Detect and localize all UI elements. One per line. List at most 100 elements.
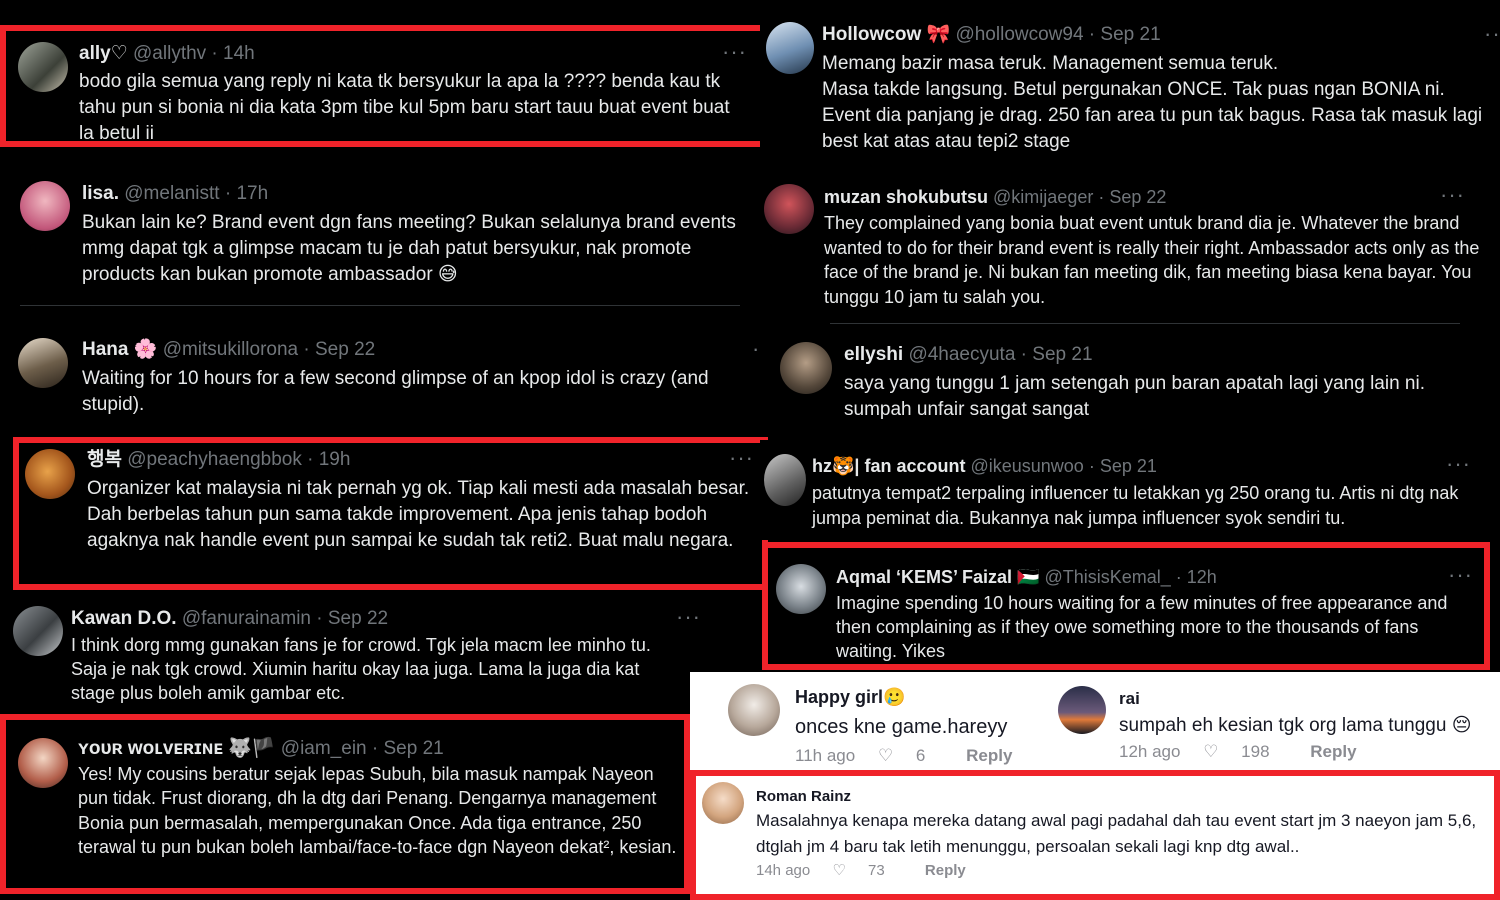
handle-time[interactable]: @kimijaeger · Sep 22 bbox=[993, 187, 1166, 207]
heart-icon: ♡ bbox=[832, 862, 846, 879]
avatar[interactable] bbox=[18, 338, 68, 388]
commenter-name[interactable]: rai bbox=[1119, 688, 1140, 710]
display-name[interactable]: lisa. bbox=[82, 183, 119, 204]
tweet-ellyshi[interactable]: ellyshi @4haecyuta · Sep 21 saya yang tu… bbox=[760, 326, 1500, 436]
commenter-name[interactable]: Roman Rainz bbox=[756, 786, 851, 808]
comment-text: Masalahnya kenapa mereka datang awal pag… bbox=[756, 811, 1477, 856]
heart-icon: ♡ bbox=[877, 746, 894, 765]
avatar[interactable] bbox=[1058, 686, 1106, 734]
tweet-header: Hana 🌸 @mitsukillorona · Sep 22 bbox=[82, 339, 375, 361]
tweet-hana[interactable]: Hana 🌸 @mitsukillorona · Sep 22 ·· Waiti… bbox=[0, 322, 768, 430]
avatar[interactable] bbox=[764, 184, 814, 234]
more-icon[interactable]: ··· bbox=[1440, 182, 1465, 208]
handle-time[interactable]: @melanistt · 17h bbox=[124, 183, 268, 204]
tweet-text: Organizer kat malaysia ni tak pernah yg … bbox=[87, 478, 750, 551]
avatar[interactable] bbox=[780, 342, 832, 394]
tweet-text: Memang bazir masa teruk. Management semu… bbox=[822, 53, 1483, 152]
handle-time[interactable]: @iam_ein · Sep 21 bbox=[281, 738, 444, 759]
avatar[interactable] bbox=[20, 181, 70, 231]
tweet-text: Waiting for 10 hours for a few second gl… bbox=[82, 368, 709, 415]
avatar[interactable] bbox=[702, 782, 744, 824]
comment-time: 12h ago bbox=[1119, 742, 1181, 761]
display-name[interactable]: 행복 bbox=[87, 449, 122, 470]
tweet-header: ʏᴏᴜʀ ᴡᴏʟᴠᴇʀɪɴᴇ 🐺🏴 @iam_ein · Sep 21 bbox=[78, 738, 444, 760]
more-icon[interactable]: ·· bbox=[1484, 21, 1500, 47]
handle-time[interactable]: @allythv · 14h bbox=[133, 43, 255, 64]
tweet-header: hz🐯| fan account @ikeusunwoo · Sep 21 bbox=[812, 455, 1157, 477]
comment-text: onces kne game.hareyy bbox=[795, 716, 1008, 738]
comment-roman-rainz[interactable]: Roman Rainz Masalahnya kenapa mereka dat… bbox=[690, 770, 1500, 900]
tweet-text: Imagine spending 10 hours waiting for a … bbox=[836, 593, 1448, 661]
handle-time[interactable]: @hollowcow94 · Sep 21 bbox=[955, 24, 1160, 45]
tweet-text: saya yang tunggu 1 jam setengah pun bara… bbox=[844, 373, 1425, 420]
comment-happy-girl[interactable]: Happy girl🥲 onces kne game.hareyy 11h ag… bbox=[690, 672, 1050, 772]
avatar[interactable] bbox=[13, 606, 63, 656]
more-icon[interactable]: ··· bbox=[729, 445, 754, 471]
handle-time[interactable]: @ThisisKemal_ · 12h bbox=[1044, 567, 1216, 587]
comment-meta: 12h ago ♡ 198 Reply bbox=[1119, 742, 1375, 762]
handle-time[interactable]: @peachyhaengbbok · 19h bbox=[127, 449, 350, 470]
comment-time: 14h ago bbox=[756, 862, 811, 879]
avatar[interactable] bbox=[776, 564, 826, 614]
display-name[interactable]: Kawan D.O. bbox=[71, 608, 177, 629]
commenter-name[interactable]: Happy girl🥲 bbox=[795, 686, 905, 708]
tweet-hz[interactable]: hz🐯| fan account @ikeusunwoo · Sep 21 ··… bbox=[760, 440, 1500, 540]
handle-time[interactable]: @fanurainamin · Sep 22 bbox=[182, 608, 388, 629]
tweet-wolverine[interactable]: ʏᴏᴜʀ ᴡᴏʟᴠᴇʀɪɴᴇ 🐺🏴 @iam_ein · Sep 21 Yes!… bbox=[0, 714, 690, 894]
display-name[interactable]: muzan shokubutsu bbox=[824, 187, 988, 207]
display-name[interactable]: Hana 🌸 bbox=[82, 339, 157, 360]
display-name[interactable]: Hollowcow 🎀 bbox=[822, 24, 950, 45]
handle-time[interactable]: @4haecyuta · Sep 21 bbox=[908, 344, 1092, 365]
tweet-header: muzan shokubutsu @kimijaeger · Sep 22 bbox=[824, 186, 1166, 208]
display-name[interactable]: Aqmal ‘KEMS’ Faizal 🇵🇸 bbox=[836, 567, 1039, 587]
reply-button[interactable]: Reply bbox=[1310, 742, 1356, 761]
more-icon[interactable]: ··· bbox=[676, 604, 701, 630]
more-icon[interactable]: ··· bbox=[722, 39, 747, 65]
handle-time[interactable]: @ikeusunwoo · Sep 21 bbox=[970, 456, 1156, 476]
like-button[interactable]: ♡ 6 bbox=[878, 746, 943, 765]
tweet-header: Hollowcow 🎀 @hollowcow94 · Sep 21 bbox=[822, 24, 1161, 46]
tweet-header: Kawan D.O. @fanurainamin · Sep 22 bbox=[71, 608, 388, 630]
reply-button[interactable]: Reply bbox=[966, 746, 1012, 765]
tweet-ally[interactable]: ally♡ @allythv · 14h ··· bodo gila semua… bbox=[0, 25, 768, 147]
avatar[interactable] bbox=[18, 738, 68, 788]
comment-text: sumpah eh kesian tgk org lama tunggu 😔 bbox=[1119, 715, 1472, 736]
tweet-lisa[interactable]: lisa. @melanistt · 17h Bukan lain ke? Br… bbox=[0, 165, 762, 320]
display-name[interactable]: ʏᴏᴜʀ ᴡᴏʟᴠᴇʀɪɴᴇ 🐺🏴 bbox=[78, 738, 276, 759]
tweet-aqmal[interactable]: Aqmal ‘KEMS’ Faizal 🇵🇸 @ThisisKemal_ · 1… bbox=[762, 542, 1490, 670]
heart-icon: ♡ bbox=[1203, 742, 1219, 761]
comment-rai[interactable]: rai sumpah eh kesian tgk org lama tunggu… bbox=[1050, 672, 1500, 772]
display-name[interactable]: ellyshi bbox=[844, 344, 903, 365]
avatar[interactable] bbox=[728, 684, 780, 736]
tweet-text: bodo gila semua yang reply ni kata tk be… bbox=[79, 71, 730, 144]
display-name[interactable]: ally♡ bbox=[79, 43, 128, 64]
more-icon[interactable]: ··· bbox=[1446, 451, 1471, 477]
like-button[interactable]: ♡ 198 bbox=[1203, 742, 1287, 761]
tweet-header: ellyshi @4haecyuta · Sep 21 bbox=[844, 344, 1093, 366]
tweet-text: They complained yang bonia buat event un… bbox=[824, 213, 1480, 307]
handle-time[interactable]: @mitsukillorona · Sep 22 bbox=[163, 339, 376, 360]
avatar[interactable] bbox=[766, 22, 814, 74]
tweet-header: Aqmal ‘KEMS’ Faizal 🇵🇸 @ThisisKemal_ · 1… bbox=[836, 566, 1217, 588]
tweet-kawan-do[interactable]: Kawan D.O. @fanurainamin · Sep 22 ··· I … bbox=[0, 596, 705, 714]
comment-meta: 14h ago ♡ 73 Reply bbox=[756, 861, 984, 879]
tweet-muzan[interactable]: muzan shokubutsu @kimijaeger · Sep 22 ··… bbox=[760, 176, 1500, 324]
reply-button[interactable]: Reply bbox=[925, 862, 966, 879]
tweet-text: Bukan lain ke? Brand event dgn fans meet… bbox=[82, 212, 736, 285]
tweet-header: 행복 @peachyhaengbbok · 19h bbox=[87, 449, 350, 471]
like-count: 73 bbox=[868, 862, 885, 879]
tweet-haengbok[interactable]: 행복 @peachyhaengbbok · 19h ··· Organizer … bbox=[13, 437, 768, 590]
avatar[interactable] bbox=[25, 449, 75, 499]
avatar[interactable] bbox=[18, 42, 68, 92]
tweet-text: patutnya tempat2 terpaling influencer tu… bbox=[812, 483, 1459, 528]
divider bbox=[20, 305, 740, 306]
like-button[interactable]: ♡ 73 bbox=[832, 862, 902, 879]
comment-time: 11h ago bbox=[795, 746, 856, 765]
comment-meta: 11h ago ♡ 6 Reply bbox=[795, 746, 1030, 766]
divider bbox=[830, 323, 1460, 324]
tweet-header: ally♡ @allythv · 14h bbox=[79, 43, 255, 65]
tweet-hollowcow[interactable]: Hollowcow 🎀 @hollowcow94 · Sep 21 ·· Mem… bbox=[760, 8, 1500, 173]
more-icon[interactable]: ··· bbox=[1448, 562, 1473, 588]
avatar[interactable] bbox=[764, 454, 806, 506]
display-name[interactable]: hz🐯| fan account bbox=[812, 456, 965, 476]
